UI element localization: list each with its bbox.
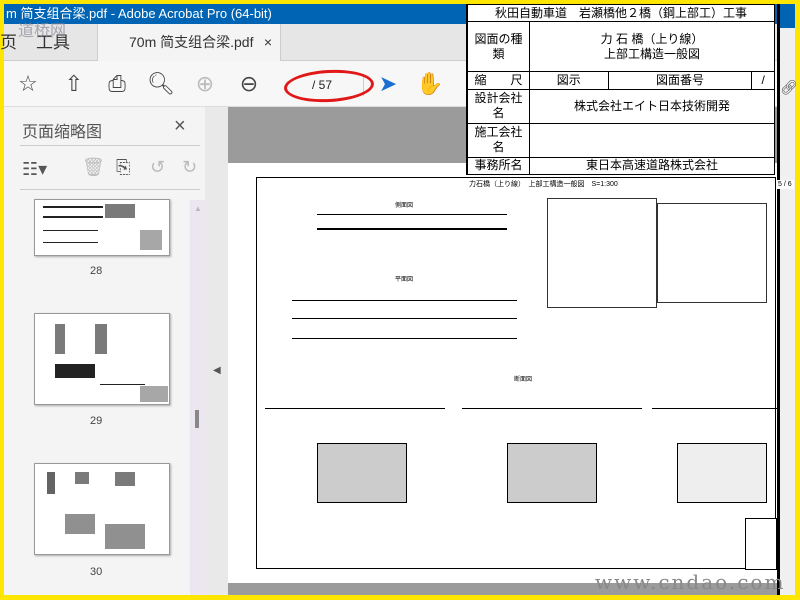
builder-label: 施工会社名 [467, 122, 530, 158]
rotate-right-icon[interactable]: ↻ [182, 157, 197, 178]
thumbnail-page-29[interactable] [34, 313, 170, 405]
divider [20, 189, 200, 190]
options-menu-icon[interactable]: ☷▾ [22, 159, 47, 180]
delete-icon[interactable]: 🗑︎ [82, 157, 105, 178]
close-tab-icon[interactable]: × [264, 24, 272, 61]
rotate-left-icon[interactable]: ↺ [150, 157, 165, 178]
number-label: 図面番号 [607, 71, 753, 90]
number-value: / [751, 71, 775, 90]
thumbnails-panel: 页面缩略图 × ☷▾ 🗑︎ ⎘ ↺ ↻ 28 29 30 ▲ [4, 107, 205, 595]
tab-document[interactable]: 70m 简支组合梁.pdf × [97, 24, 281, 61]
tab-document-label: 70m 简支组合梁.pdf [129, 34, 254, 50]
right-tools-strip: 🔗︎ [777, 4, 798, 595]
designer-label: 設計会社名 [467, 88, 530, 124]
bookmark-star-icon[interactable]: ☆ [14, 70, 42, 98]
thumbnail-scrollbar[interactable]: ▲ [190, 200, 205, 595]
drawing-type-value-1: 力 石 橋（上り線） [600, 31, 704, 46]
insert-page-icon[interactable]: ⎘ [116, 157, 130, 178]
scale-value: 図示 [529, 71, 609, 90]
thumbnail-page-30[interactable] [34, 463, 170, 555]
link-icon[interactable]: 🔗︎ [780, 79, 798, 96]
print-icon[interactable]: ⎙ [103, 70, 131, 98]
scale-label: 縮 尺 [467, 71, 530, 90]
title-block-overlay: 秋田自動車道 岩瀬橋他２橋（鋼上部工）工事 図面の種類 力 石 橋（上り線） 上部… [466, 3, 775, 176]
page-marker: 5 / 6 [776, 180, 794, 189]
panel-collapse-handle[interactable]: ◀ [205, 107, 228, 595]
designer-value: 株式会社エイト日本技術開発 [529, 88, 775, 124]
next-page-icon[interactable]: ⊖ [235, 70, 263, 98]
thumbnail-label: 30 [90, 566, 103, 578]
close-panel-icon[interactable]: × [174, 115, 186, 138]
divider [20, 145, 200, 146]
previous-page-icon[interactable]: ⊕ [191, 70, 219, 98]
office-label: 事務所名 [467, 156, 530, 176]
tab-home[interactable]: 页 [0, 24, 17, 61]
cloud-upload-icon[interactable]: ⇧ [60, 70, 88, 98]
drawing-type-value-2: 上部工構造一般図 [603, 46, 700, 61]
project-name: 秋田自動車道 岩瀬橋他２橋（鋼上部工）工事 [467, 3, 775, 23]
side-view-label: 側面図 [395, 203, 414, 209]
section-view-label: 断面図 [514, 377, 533, 383]
thumbnail-page-28[interactable] [34, 199, 170, 256]
drawing-header: 力石橋（上り線） 上部工構造一般図 S=1:300 [469, 181, 618, 188]
drawing-frame: 力石橋（上り線） 上部工構造一般図 S=1:300 側面図 平面図 断面図 [256, 177, 777, 570]
panel-title: 页面缩略图 [22, 124, 103, 141]
drawing-type-label: 図面の種類 [467, 21, 530, 73]
watermark-logo: 道桥网 [18, 21, 67, 40]
thumbnail-label: 29 [90, 415, 103, 427]
hand-tool-icon[interactable]: ✋ [416, 70, 444, 98]
zoom-search-icon[interactable]: 🔍︎ [147, 70, 175, 98]
office-value: 東日本高速道路株式会社 [529, 156, 775, 176]
thumbnail-label: 28 [90, 265, 103, 277]
select-cursor-icon[interactable]: ➤ [374, 70, 402, 98]
builder-value [529, 122, 775, 158]
site-watermark: www.cndao.com [595, 570, 786, 594]
plan-view-label: 平面図 [395, 277, 414, 283]
